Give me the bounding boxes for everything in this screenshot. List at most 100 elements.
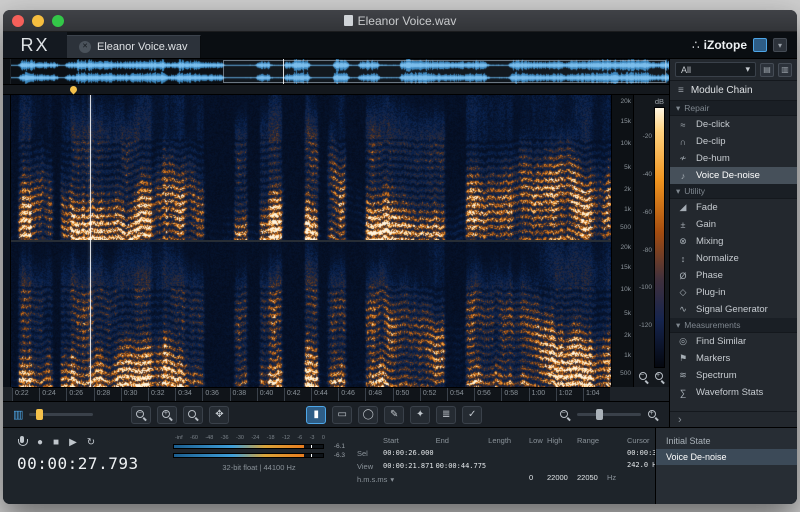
- section-label: Repair: [684, 103, 709, 113]
- brush-selection-tool[interactable]: ✎: [384, 406, 404, 424]
- zoom-window-button[interactable]: [52, 15, 64, 27]
- marker-pin[interactable]: [68, 85, 78, 95]
- time-format-select[interactable]: h.m.s.ms ▾: [357, 475, 521, 484]
- balance-slider-handle[interactable]: [36, 409, 43, 420]
- tab-eleanor-voice[interactable]: ✕ Eleanor Voice.wav: [67, 35, 201, 58]
- time-selection-tool[interactable]: ▮: [306, 406, 326, 424]
- spectrogram-left-channel[interactable]: [11, 95, 611, 242]
- hzoom-out-icon[interactable]: −: [559, 409, 571, 421]
- zoom-out-button[interactable]: −: [131, 406, 151, 424]
- editor-area: 20k15k10k5k2k1k500 20k15k10k5k2k1k500 dB…: [3, 59, 669, 427]
- timeline-tick: 1:04: [583, 388, 610, 401]
- hzoom-in-icon[interactable]: +: [647, 409, 659, 421]
- module-spectrum[interactable]: ≋Spectrum: [670, 367, 797, 384]
- panel-list-view-button[interactable]: ▥: [778, 63, 792, 77]
- document-icon: [344, 15, 353, 26]
- marker-lane[interactable]: [3, 85, 669, 95]
- izotope-logo: ∴ iZotope: [692, 38, 747, 52]
- playhead[interactable]: [90, 95, 91, 387]
- module-normalize[interactable]: ↕Normalize: [670, 250, 797, 267]
- stop-button[interactable]: ■: [53, 437, 59, 449]
- panel-grid-view-button[interactable]: ▤: [760, 63, 774, 77]
- meter-scale-label: 0: [322, 435, 325, 441]
- app-window: Eleanor Voice.wav RX ✕ Eleanor Voice.wav…: [3, 10, 797, 504]
- module-fade[interactable]: ◢Fade: [670, 199, 797, 216]
- spectrogram-right-channel[interactable]: [11, 242, 611, 387]
- module-phase[interactable]: ØPhase: [670, 267, 797, 284]
- module-chain-item[interactable]: ≡ Module Chain: [670, 81, 797, 101]
- timeline-tick: 0:30: [121, 388, 148, 401]
- lasso-selection-tool[interactable]: ◯: [358, 406, 378, 424]
- timeline-tick: 0:34: [175, 388, 202, 401]
- meter-scale-label: -60: [190, 435, 198, 441]
- app-menu-button[interactable]: ▾: [773, 38, 787, 52]
- freq-tick-label: 15k: [621, 264, 631, 271]
- colorbar-column: dB -20-40-60-80-100-120 − +: [633, 95, 669, 387]
- fade-icon: ◢: [676, 202, 690, 213]
- module-plug-in[interactable]: ◇Plug-in: [670, 284, 797, 301]
- tab-close-icon[interactable]: ✕: [79, 41, 91, 53]
- meter-scale: -inf-60-48-36-30-24-18-12-6-30: [173, 435, 345, 441]
- module-de-clip[interactable]: ∩ De-clip: [670, 133, 797, 150]
- history-item-voice-de-noise[interactable]: Voice De-noise: [656, 449, 797, 465]
- module-waveform-stats[interactable]: ∑Waveform Stats: [670, 384, 797, 401]
- section-measurements[interactable]: ▾Measurements: [670, 318, 797, 333]
- cell-value: 0: [529, 473, 543, 505]
- time-frequency-selection-tool[interactable]: ▭: [332, 406, 352, 424]
- hand-tool-button[interactable]: ✥: [209, 406, 229, 424]
- freq-zoom-in-icon[interactable]: +: [654, 371, 666, 383]
- timeline-tick: 0:52: [420, 388, 447, 401]
- horizontal-zoom-slider[interactable]: [577, 413, 641, 416]
- selection-list-button[interactable]: ≣: [436, 406, 456, 424]
- zoom-slider-handle[interactable]: [596, 409, 603, 420]
- freq-tick-label: 2k: [624, 332, 631, 339]
- loop-button[interactable]: ↻: [87, 437, 95, 449]
- overview-view-region[interactable]: [223, 60, 666, 83]
- magic-wand-tool[interactable]: ✦: [410, 406, 430, 424]
- module-label: De-hum: [696, 153, 730, 164]
- module-gain[interactable]: ±Gain: [670, 216, 797, 233]
- phase-icon: Ø: [676, 271, 690, 281]
- module-signal-generator[interactable]: ∿Signal Generator: [670, 301, 797, 318]
- section-utility[interactable]: ▾Utility: [670, 184, 797, 199]
- mic-icon[interactable]: [17, 436, 27, 449]
- spectrogram-area[interactable]: [11, 95, 611, 387]
- history-item-initial-state[interactable]: Initial State: [656, 433, 797, 449]
- frequency-info: LowHighRange02200022050Hz Cursor 00:00:3…: [525, 428, 655, 504]
- freq-zoom-out-icon[interactable]: −: [638, 371, 650, 383]
- module-label: De-clip: [696, 136, 726, 147]
- chevron-down-icon: ▾: [676, 103, 680, 114]
- section-repair[interactable]: ▾ Repair: [670, 101, 797, 116]
- timeline-tick: 1:00: [529, 388, 556, 401]
- zoom-selection-button[interactable]: [183, 406, 203, 424]
- amplitude-colorbar[interactable]: [654, 107, 665, 368]
- unit-label: Hz: [607, 473, 619, 505]
- record-button[interactable]: ●: [37, 437, 43, 449]
- panel-expand-button[interactable]: ›: [670, 411, 797, 427]
- timeline-tick: 0:58: [501, 388, 528, 401]
- cell-value: [488, 462, 521, 471]
- module-find-similar[interactable]: ◎Find Similar: [670, 333, 797, 350]
- module-de-hum[interactable]: ≁De-hum: [670, 150, 797, 167]
- play-button[interactable]: ▶: [69, 437, 77, 449]
- timeline-tick: 0:54: [447, 388, 474, 401]
- presets-button[interactable]: [753, 38, 767, 52]
- history-panel: Initial StateVoice De-noise: [655, 428, 797, 504]
- timeline-ruler[interactable]: 0:220:240:260:280:300:320:340:360:380:40…: [12, 387, 610, 401]
- close-window-button[interactable]: [12, 15, 24, 27]
- instant-process-button[interactable]: ✓: [462, 406, 482, 424]
- markers-icon: ⚑: [676, 353, 690, 364]
- module-mixing[interactable]: ⊗Mixing: [670, 233, 797, 250]
- playhead-time-display[interactable]: 00:00:27.793: [17, 454, 171, 473]
- spectrogram-waveform-slider[interactable]: [29, 413, 93, 416]
- frequency-scale-left: 20k15k10k5k2k1k500: [612, 95, 633, 241]
- module-voice-de-noise[interactable]: ♪Voice De-noise: [670, 167, 797, 184]
- module-de-click[interactable]: ≈De-click: [670, 116, 797, 133]
- de-clip-icon: ∩: [676, 137, 690, 147]
- titlebar[interactable]: Eleanor Voice.wav: [3, 10, 797, 32]
- module-filter-dropdown[interactable]: All ▾: [675, 62, 756, 77]
- module-markers[interactable]: ⚑Markers: [670, 350, 797, 367]
- zoom-in-button[interactable]: +: [157, 406, 177, 424]
- minimize-window-button[interactable]: [32, 15, 44, 27]
- timeline-tick: 0:22: [12, 388, 39, 401]
